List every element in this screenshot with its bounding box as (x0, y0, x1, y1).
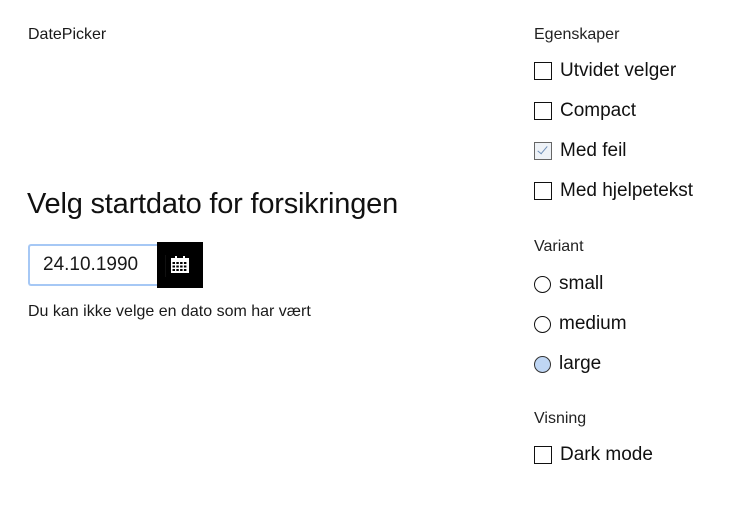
radio-circle[interactable] (534, 315, 551, 333)
checkbox-box[interactable] (534, 142, 552, 160)
error-message: Du kan ikke velge en dato som har vært (28, 303, 311, 320)
text-caret (165, 255, 166, 277)
checkbox-box[interactable] (534, 102, 552, 120)
radio-circle[interactable] (534, 355, 551, 373)
checkbox-label: Dark mode (560, 444, 653, 465)
demo-title: DatePicker (28, 26, 107, 43)
properties-heading: Egenskaper (534, 26, 620, 43)
display-heading: Visning (534, 410, 587, 427)
checkbox-dark-mode[interactable]: Dark mode (534, 444, 653, 466)
checkbox-label: Compact (560, 100, 637, 121)
variant-heading: Variant (534, 238, 584, 255)
date-input[interactable] (28, 244, 157, 286)
checkbox-label: Med hjelpetekst (560, 180, 694, 201)
date-picker (28, 242, 203, 288)
radio-medium[interactable]: medium (534, 313, 627, 335)
radio-label: small (559, 273, 604, 294)
radio-label: medium (559, 313, 627, 334)
checkbox-compact[interactable]: Compact (534, 100, 636, 122)
checkbox-utvidet-velger[interactable]: Utvidet velger (534, 60, 676, 82)
date-field-label: Velg startdato for forsikringen (27, 188, 398, 220)
checkbox-label: Med feil (560, 140, 627, 161)
checkbox-box[interactable] (534, 446, 552, 464)
radio-circle[interactable] (534, 275, 551, 293)
checkbox-box[interactable] (534, 62, 552, 80)
calendar-button[interactable] (157, 242, 203, 288)
radio-label: large (559, 353, 602, 374)
checkbox-label: Utvidet velger (560, 60, 677, 81)
checkbox-med-feil[interactable]: Med feil (534, 140, 627, 162)
calendar-icon (171, 256, 189, 273)
checkbox-med-hjelpetekst[interactable]: Med hjelpetekst (534, 180, 693, 202)
radio-large[interactable]: large (534, 353, 601, 375)
radio-small[interactable]: small (534, 273, 603, 295)
checkbox-box[interactable] (534, 182, 552, 200)
